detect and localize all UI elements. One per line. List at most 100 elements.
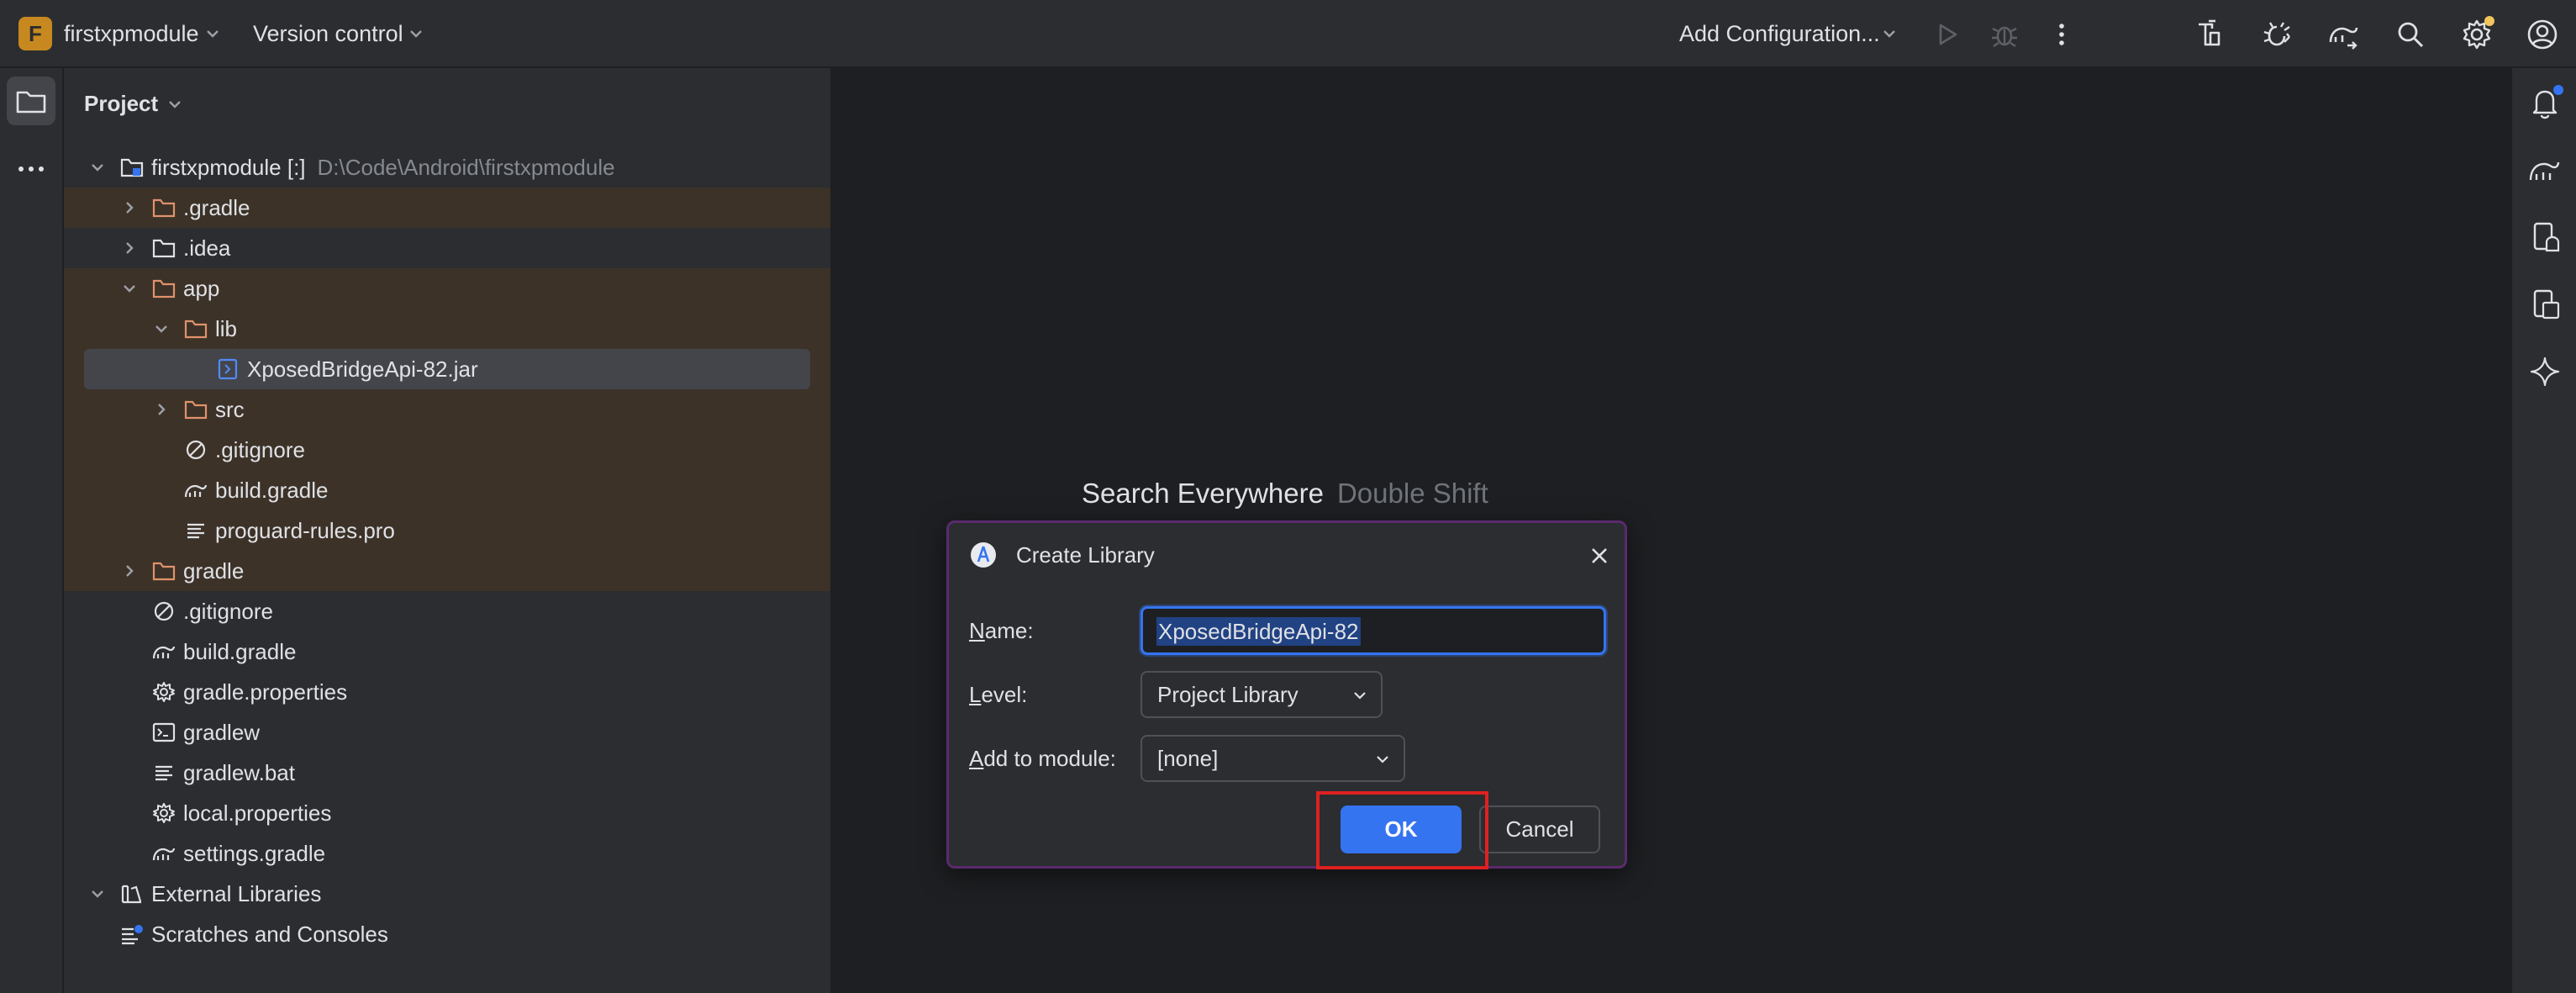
empty-editor-hint: Search Everywhere Double Shift: [1082, 478, 1488, 510]
text-file-icon: [155, 765, 172, 781]
chevron-right-icon[interactable]: [119, 561, 140, 581]
tree-label: settings.gradle: [183, 841, 326, 866]
project-folder-icon[interactable]: [13, 82, 50, 119]
tree-label: firstxpmodule [:]: [151, 155, 306, 180]
version-control-menu[interactable]: Version control: [253, 0, 403, 68]
device-manager-icon[interactable]: [2526, 219, 2563, 256]
left-tool-strip: [0, 68, 64, 993]
chevron-right-icon[interactable]: [119, 238, 140, 258]
tree-label: gradle: [183, 558, 245, 584]
tree-row-jar-selected[interactable]: XposedBridgeApi-82.jar: [64, 349, 830, 389]
project-name-menu[interactable]: firstxpmodule: [64, 0, 199, 68]
folder-icon: [152, 562, 176, 581]
tree-row-folder[interactable]: lib: [64, 309, 830, 349]
tree-row-file[interactable]: local.properties: [64, 793, 830, 833]
name-label: Name:: [969, 618, 1034, 643]
tree-row-file[interactable]: build.gradle: [64, 631, 830, 672]
tree-row-file[interactable]: .gitignore: [64, 430, 830, 470]
create-library-dialog: Create Library Name: XposedBridgeApi-82 …: [946, 520, 1627, 869]
dialog-title: Create Library: [1016, 542, 1155, 568]
chevron-down-icon[interactable]: [1881, 25, 1898, 42]
chevron-right-icon[interactable]: [151, 399, 171, 420]
tree-row-file[interactable]: .gitignore: [64, 591, 830, 631]
cancel-button[interactable]: Cancel: [1479, 805, 1600, 853]
hint-action: Search Everywhere: [1082, 478, 1324, 509]
running-devices-icon[interactable]: [2526, 286, 2563, 323]
chevron-down-icon[interactable]: [166, 96, 183, 113]
ok-button[interactable]: OK: [1341, 805, 1462, 853]
tree-label: Scratches and Consoles: [151, 922, 388, 947]
notification-badge: [2553, 85, 2563, 95]
tree-label: build.gradle: [215, 478, 329, 503]
tree-label: gradlew: [183, 720, 261, 745]
library-name-input[interactable]: XposedBridgeApi-82: [1140, 606, 1606, 655]
chevron-down-icon[interactable]: [204, 25, 221, 42]
gemini-icon[interactable]: [2526, 353, 2563, 390]
tree-label: app: [183, 276, 220, 301]
folder-icon: [152, 279, 176, 298]
chevron-down-icon[interactable]: [408, 25, 424, 42]
chevron-down-icon[interactable]: [119, 278, 140, 298]
folder-icon: [152, 198, 176, 218]
tree-label: .gradle: [183, 195, 250, 220]
level-label: Level:: [969, 682, 1028, 707]
tree-row-file[interactable]: gradle.properties: [64, 672, 830, 712]
tree-label: lib: [215, 316, 238, 341]
tree-row-file[interactable]: proguard-rules.pro: [64, 510, 830, 551]
level-select[interactable]: Project Library: [1140, 671, 1383, 718]
add-to-module-label: Add to module:: [969, 746, 1116, 771]
run-icon[interactable]: [1930, 17, 1965, 52]
tree-row-external-libraries[interactable]: External Libraries: [64, 874, 830, 914]
tree-label: gradle.properties: [183, 679, 348, 705]
title-bar: F firstxpmodule Version control Add Conf…: [0, 0, 2576, 68]
folder-icon: [184, 320, 208, 339]
more-vert-icon[interactable]: [2044, 17, 2079, 52]
gradle-icon[interactable]: [2526, 151, 2563, 188]
tree-row-file[interactable]: gradlew: [64, 712, 830, 753]
chevron-down-icon[interactable]: [87, 157, 108, 177]
level-select-value: Project Library: [1157, 682, 1299, 707]
ignore-file-icon: [154, 601, 174, 621]
text-file-icon: [187, 523, 204, 539]
properties-file-icon: [153, 803, 175, 823]
gradle-file-icon: [152, 646, 176, 659]
close-icon[interactable]: [1587, 543, 1612, 568]
module-path: D:\Code\Android\firstxpmodule: [317, 155, 615, 180]
tree-row-root-module[interactable]: firstxpmodule [:] D:\Code\Android\firstxp…: [64, 147, 830, 188]
project-badge[interactable]: F: [18, 17, 52, 50]
chevron-right-icon[interactable]: [119, 198, 140, 218]
chevron-down-icon: [1354, 692, 1366, 700]
scratches-icon: [122, 925, 143, 945]
shell-script-icon: [152, 722, 176, 742]
tree-label: .idea: [183, 235, 231, 261]
tree-row-scratches[interactable]: Scratches and Consoles: [64, 914, 830, 954]
gradle-sync-icon[interactable]: [2326, 17, 2361, 52]
tree-row-folder[interactable]: src: [64, 389, 830, 430]
ignore-file-icon: [186, 440, 206, 460]
more-horiz-icon[interactable]: [13, 151, 50, 188]
profile-icon[interactable]: [2525, 17, 2560, 52]
tree-row-folder[interactable]: gradle: [64, 551, 830, 591]
build-icon[interactable]: [2192, 17, 2227, 52]
project-view-title[interactable]: Project: [84, 68, 158, 140]
tree-row-file[interactable]: gradlew.bat: [64, 753, 830, 793]
tree-row-folder[interactable]: .idea: [64, 228, 830, 268]
folder-icon: [152, 239, 176, 258]
bug-icon[interactable]: [2259, 17, 2294, 52]
tree-label: External Libraries: [151, 881, 322, 906]
debug-icon[interactable]: [1987, 17, 2022, 52]
folder-icon: [184, 400, 208, 420]
run-config-selector[interactable]: Add Configuration...: [1679, 0, 1880, 68]
tree-label: .gitignore: [183, 599, 273, 624]
project-panel: Project firstxpmodule [:] D:\Code\Android…: [64, 68, 832, 993]
chevron-down-icon[interactable]: [151, 319, 171, 339]
tree-row-folder[interactable]: app: [64, 268, 830, 309]
tree-row-file[interactable]: settings.gradle: [64, 833, 830, 874]
chevron-down-icon[interactable]: [87, 884, 108, 904]
search-icon[interactable]: [2393, 17, 2428, 52]
tree-row-folder[interactable]: .gradle: [64, 188, 830, 228]
tree-label: XposedBridgeApi-82.jar: [247, 357, 478, 382]
tree-row-file[interactable]: build.gradle: [64, 470, 830, 510]
right-tool-strip: [2510, 68, 2576, 993]
module-select[interactable]: [none]: [1140, 735, 1405, 782]
